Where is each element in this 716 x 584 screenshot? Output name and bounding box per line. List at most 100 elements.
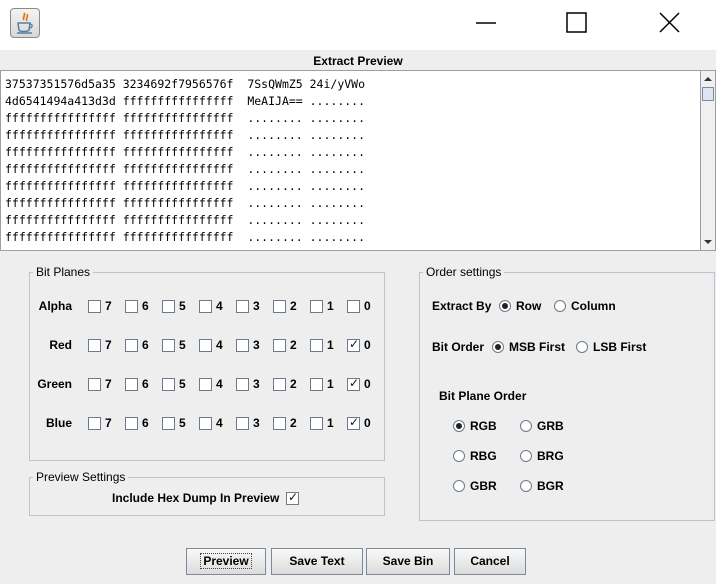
plane-order-gbr-radio[interactable] <box>453 480 465 492</box>
green-bit-3-checkbox[interactable] <box>236 378 249 391</box>
plane-order-bgr-radio[interactable] <box>520 480 532 492</box>
preview-line: 37537351576d5a35 3234692f7956576f 7SsQWm… <box>5 77 366 91</box>
alpha-bit-0-checkbox[interactable] <box>347 300 360 313</box>
cancel-button[interactable]: Cancel <box>454 548 526 575</box>
save-bin-button[interactable]: Save Bin <box>366 548 450 575</box>
maximize-button[interactable] <box>553 4 599 42</box>
plane-order-rbg-label: RBG <box>470 449 497 463</box>
blue-bit-3-label: 3 <box>253 416 260 430</box>
green-bit-2-checkbox[interactable] <box>273 378 286 391</box>
scroll-thumb[interactable] <box>702 87 714 101</box>
preview-line: ffffffffffffffff ffffffffffffffff ......… <box>5 128 366 142</box>
alpha-bit-2-label: 2 <box>290 299 297 313</box>
bit-plane-order-label: Bit Plane Order <box>439 389 527 403</box>
green-bit-0-checkbox[interactable] <box>347 376 360 391</box>
plane-order-gbr-label: GBR <box>470 479 497 493</box>
preview-button[interactable]: Preview <box>186 548 266 575</box>
plane-order-rgb-radio[interactable] <box>453 420 465 432</box>
red-bit-0-checkbox[interactable] <box>347 337 360 352</box>
preview-vertical-scrollbar[interactable] <box>700 70 716 251</box>
alpha-bit-4-label: 4 <box>216 299 223 313</box>
red-bit-1-label: 1 <box>327 338 334 352</box>
extract-by-column-radio[interactable] <box>554 300 566 312</box>
preview-button-label: Preview <box>200 553 252 569</box>
red-bit-3-label: 3 <box>253 338 260 352</box>
green-bit-2-label: 2 <box>290 377 297 391</box>
close-icon <box>659 12 680 33</box>
hex-dump-label: Include Hex Dump In Preview <box>112 491 280 505</box>
save-text-button[interactable]: Save Text <box>271 548 363 575</box>
minimize-icon <box>476 22 496 24</box>
alpha-bit-5-label: 5 <box>179 299 186 313</box>
extract-preview-label: Extract Preview <box>313 54 403 68</box>
plane-order-brg-radio[interactable] <box>520 450 532 462</box>
preview-line: ffffffffffffffff ffffffffffffffff ......… <box>5 230 366 244</box>
green-bit-4-checkbox[interactable] <box>199 378 212 391</box>
red-bit-3-checkbox[interactable] <box>236 339 249 352</box>
blue-bit-7-checkbox[interactable] <box>88 417 101 430</box>
plane-order-rbg-radio[interactable] <box>453 450 465 462</box>
red-bit-6-label: 6 <box>142 338 149 352</box>
red-bit-7-checkbox[interactable] <box>88 339 101 352</box>
preview-line: ffffffffffffffff ffffffffffffffff ......… <box>5 196 366 210</box>
red-bit-4-checkbox[interactable] <box>199 339 212 352</box>
alpha-bit-3-checkbox[interactable] <box>236 300 249 313</box>
alpha-bit-6-checkbox[interactable] <box>125 300 138 313</box>
blue-bit-2-checkbox[interactable] <box>273 417 286 430</box>
scroll-down-arrow-icon[interactable] <box>701 234 715 250</box>
preview-line: ffffffffffffffff ffffffffffffffff ......… <box>5 213 366 227</box>
plane-order-brg-label: BRG <box>537 449 564 463</box>
green-bit-1-checkbox[interactable] <box>310 378 323 391</box>
red-bit-1-checkbox[interactable] <box>310 339 323 352</box>
alpha-bit-7-checkbox[interactable] <box>88 300 101 313</box>
blue-bit-5-label: 5 <box>179 416 186 430</box>
blue-bit-5-checkbox[interactable] <box>162 417 175 430</box>
red-bit-4-label: 4 <box>216 338 223 352</box>
preview-settings-title: Preview Settings <box>33 470 129 484</box>
green-bit-5-label: 5 <box>179 377 186 391</box>
red-bit-5-checkbox[interactable] <box>162 339 175 352</box>
hex-dump-checkbox[interactable] <box>286 490 299 505</box>
bit-order-lsb-radio[interactable] <box>576 341 588 353</box>
preview-line: ffffffffffffffff ffffffffffffffff ......… <box>5 111 366 125</box>
save-text-button-label: Save Text <box>289 554 345 568</box>
cancel-button-label: Cancel <box>470 554 510 568</box>
red-bit-6-checkbox[interactable] <box>125 339 138 352</box>
extract-preview-textarea[interactable]: 37537351576d5a35 3234692f7956576f 7SsQWm… <box>0 70 700 251</box>
bit-planes-title: Bit Planes <box>33 265 94 279</box>
green-bit-1-label: 1 <box>327 377 334 391</box>
green-bit-6-checkbox[interactable] <box>125 378 138 391</box>
plane-order-grb-radio[interactable] <box>520 420 532 432</box>
save-bin-button-label: Save Bin <box>382 554 434 568</box>
red-bit-5-label: 5 <box>179 338 186 352</box>
extract-by-row-radio[interactable] <box>499 300 511 312</box>
alpha-bit-4-checkbox[interactable] <box>199 300 212 313</box>
blue-bit-4-checkbox[interactable] <box>199 417 212 430</box>
blue-bit-6-checkbox[interactable] <box>125 417 138 430</box>
green-bit-7-checkbox[interactable] <box>88 378 101 391</box>
green-bit-5-checkbox[interactable] <box>162 378 175 391</box>
alpha-bit-1-checkbox[interactable] <box>310 300 323 313</box>
extract-by-label: Extract By <box>432 299 492 313</box>
scroll-up-arrow-icon[interactable] <box>701 71 715 87</box>
red-bit-2-checkbox[interactable] <box>273 339 286 352</box>
alpha-bit-7-label: 7 <box>105 299 112 313</box>
channel-label-green: Green <box>37 377 72 391</box>
bit-order-label: Bit Order <box>432 340 485 354</box>
blue-bit-1-checkbox[interactable] <box>310 417 323 430</box>
red-bit-7-label: 7 <box>105 338 112 352</box>
alpha-bit-5-checkbox[interactable] <box>162 300 175 313</box>
minimize-button[interactable] <box>463 4 509 42</box>
extract-by-column-label: Column <box>571 299 616 313</box>
close-button[interactable] <box>646 4 692 42</box>
blue-bit-0-checkbox[interactable] <box>347 415 360 430</box>
alpha-bit-3-label: 3 <box>253 299 260 313</box>
alpha-bit-2-checkbox[interactable] <box>273 300 286 313</box>
bit-order-msb-radio[interactable] <box>492 341 504 353</box>
green-bit-3-label: 3 <box>253 377 260 391</box>
green-bit-6-label: 6 <box>142 377 149 391</box>
blue-bit-1-label: 1 <box>327 416 334 430</box>
green-bit-0-label: 0 <box>364 377 371 391</box>
blue-bit-3-checkbox[interactable] <box>236 417 249 430</box>
preview-line: ffffffffffffffff ffffffffffffffff ......… <box>5 179 366 193</box>
